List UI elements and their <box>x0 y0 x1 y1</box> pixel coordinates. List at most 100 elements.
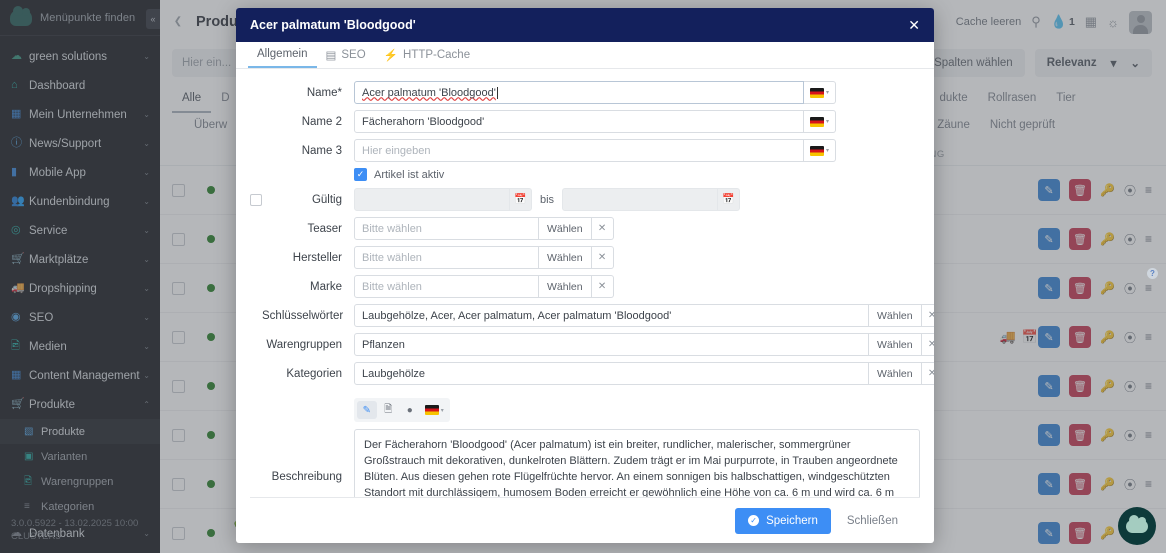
categories-clear-button[interactable]: ✕ <box>921 362 934 385</box>
categories-select-group: Laubgehölze Wählen ✕ <box>354 362 934 385</box>
name-value: Acer palmatum 'Bloodgood' <box>362 86 496 99</box>
modal-header: Acer palmatum 'Bloodgood' ✕ <box>236 8 934 42</box>
hersteller-select-group: Bitte wählen Wählen ✕ <box>354 246 614 269</box>
calendar-icon[interactable]: 📅 <box>717 189 739 210</box>
product-edit-modal: Acer palmatum 'Bloodgood' ✕ Allgemein ▤ … <box>236 8 934 543</box>
field-row-name: Name* Acer palmatum 'Bloodgood' ▾ <box>250 81 920 104</box>
save-button[interactable]: ✓ Speichern <box>735 507 831 534</box>
groups-clear-button[interactable]: ✕ <box>921 333 934 356</box>
hersteller-input[interactable]: Bitte wählen <box>354 246 539 269</box>
teaser-label: Teaser <box>307 222 342 235</box>
hersteller-choose-button[interactable]: Wählen <box>539 246 592 269</box>
marke-select-group: Bitte wählen Wählen ✕ <box>354 275 614 298</box>
chevron-down-icon: ▾ <box>825 119 829 125</box>
name-label: Name* <box>306 86 342 99</box>
check-circle-icon: ✓ <box>748 515 760 526</box>
groups-select-group: Pflanzen Wählen ✕ <box>354 333 934 356</box>
categories-input[interactable]: Laubgehölze <box>354 362 869 385</box>
german-flag-icon <box>809 145 824 156</box>
close-button[interactable]: Schließen <box>841 515 904 527</box>
name3-language-button[interactable]: ▾ <box>804 139 836 162</box>
description-editor-toolbar: ✎ 🗎 ● ▾ <box>354 398 450 422</box>
german-flag-icon <box>809 87 824 98</box>
name2-input-group: Fächerahorn 'Bloodgood' ▾ <box>354 110 836 133</box>
tab-allgemein[interactable]: Allgemein <box>248 48 317 68</box>
calendar-icon[interactable]: 📅 <box>509 189 531 210</box>
modal-body: Name* Acer palmatum 'Bloodgood' ▾ Name 2… <box>236 69 934 497</box>
flag-swatch <box>424 405 439 415</box>
tab-label: SEO <box>341 49 366 61</box>
categories-label: Kategorien <box>286 367 342 380</box>
close-icon[interactable]: ✕ <box>908 18 920 32</box>
modal-tabs: Allgemein ▤ SEO ⚡ HTTP-Cache <box>236 42 934 69</box>
teaser-input[interactable]: Bitte wählen <box>354 217 539 240</box>
field-row-marke: Marke Bitte wählen Wählen ✕ <box>250 275 920 298</box>
active-checkbox-label: Artikel ist aktiv <box>374 168 445 181</box>
chevron-down-icon: ▾ <box>825 90 829 96</box>
field-row-schluesselwoerter: Schlüsselwörter Laubgehölze, Acer, Acer … <box>250 304 934 327</box>
teaser-clear-button[interactable]: ✕ <box>591 217 614 240</box>
name3-input[interactable]: Hier eingeben <box>354 139 804 162</box>
groups-choose-button[interactable]: Wählen <box>869 333 922 356</box>
field-row-kategorien: Kategorien Laubgehölze Wählen ✕ <box>250 362 934 385</box>
keywords-label: Schlüsselwörter <box>262 309 344 322</box>
gueltig-enable-checkbox[interactable] <box>250 193 262 206</box>
keywords-choose-button[interactable]: Wählen <box>869 304 922 327</box>
valid-to-input[interactable]: 📅 <box>562 188 741 211</box>
tab-label: HTTP-Cache <box>403 49 471 61</box>
tab-http-cache[interactable]: ⚡ HTTP-Cache <box>375 48 479 68</box>
keywords-clear-button[interactable]: ✕ <box>921 304 934 327</box>
german-flag-icon <box>809 116 824 127</box>
name-input[interactable]: Acer palmatum 'Bloodgood' <box>354 81 804 104</box>
field-row-gueltig: Gültig 📅 bis 📅 <box>250 188 920 211</box>
name-language-button[interactable]: ▾ <box>804 81 836 104</box>
marke-choose-button[interactable]: Wählen <box>539 275 592 298</box>
valid-separator-label: bis <box>540 193 555 206</box>
name2-input[interactable]: Fächerahorn 'Bloodgood' <box>354 110 804 133</box>
marke-clear-button[interactable]: ✕ <box>591 275 614 298</box>
lightning-icon: ⚡ <box>383 50 398 62</box>
gueltig-label: Gültig <box>311 193 342 206</box>
document-icon[interactable]: 🗎 <box>379 401 399 419</box>
valid-from-input[interactable]: 📅 <box>354 188 532 211</box>
edit-pencil-icon[interactable]: ✎ <box>357 401 377 419</box>
teaser-select-group: Bitte wählen Wählen ✕ <box>354 217 614 240</box>
active-checkbox-row: ✓ Artikel ist aktiv <box>354 168 920 181</box>
name2-language-button[interactable]: ▾ <box>804 110 836 133</box>
modal-title: Acer palmatum 'Bloodgood' <box>250 18 416 32</box>
chat-cloud-icon[interactable] <box>1118 507 1156 545</box>
field-row-name3: Name 3 Hier eingeben ▾ <box>250 139 920 162</box>
question-mark-icon[interactable]: ? <box>1147 268 1158 279</box>
info-circle-icon[interactable]: ● <box>400 401 420 419</box>
field-row-warengruppen: Warengruppen Pflanzen Wählen ✕ <box>250 333 934 356</box>
save-label: Speichern <box>766 514 818 527</box>
keywords-select-group: Laubgehölze, Acer, Acer palmatum, Acer p… <box>354 304 934 327</box>
hersteller-clear-button[interactable]: ✕ <box>591 246 614 269</box>
groups-label: Warengruppen <box>266 338 342 351</box>
keywords-input[interactable]: Laubgehölze, Acer, Acer palmatum, Acer p… <box>354 304 869 327</box>
field-row-beschreibung: Beschreibung Der Fächerahorn 'Bloodgood'… <box>250 429 920 497</box>
german-flag-icon[interactable]: ▾ <box>422 401 447 419</box>
description-textarea[interactable]: Der Fächerahorn 'Bloodgood' (Acer palmat… <box>354 429 920 497</box>
active-checkbox[interactable]: ✓ <box>354 168 367 181</box>
app-root: ❮ Produkte Cache leeren ⚲ 💧 1 ▦ ☼ Hier e… <box>0 0 1166 553</box>
categories-choose-button[interactable]: Wählen <box>869 362 922 385</box>
teaser-choose-button[interactable]: Wählen <box>539 217 592 240</box>
seo-icon: ▤ <box>325 50 337 62</box>
name-input-group: Acer palmatum 'Bloodgood' ▾ <box>354 81 836 104</box>
marke-input[interactable]: Bitte wählen <box>354 275 539 298</box>
hersteller-label: Hersteller <box>292 251 342 264</box>
name3-label: Name 3 <box>301 144 342 157</box>
marke-label: Marke <box>310 280 342 293</box>
description-label: Beschreibung <box>271 471 342 483</box>
chevron-down-icon: ▾ <box>825 148 829 154</box>
modal-footer: ✓ Speichern Schließen <box>250 497 920 543</box>
field-row-name2: Name 2 Fächerahorn 'Bloodgood' ▾ <box>250 110 920 133</box>
name3-input-group: Hier eingeben ▾ <box>354 139 836 162</box>
groups-input[interactable]: Pflanzen <box>354 333 869 356</box>
tab-seo[interactable]: ▤ SEO <box>317 48 375 68</box>
chevron-down-icon: ▾ <box>440 407 444 414</box>
tab-label: Allgemein <box>257 48 308 60</box>
field-row-hersteller: Hersteller Bitte wählen Wählen ✕ <box>250 246 920 269</box>
field-row-teaser: Teaser Bitte wählen Wählen ✕ <box>250 217 920 240</box>
